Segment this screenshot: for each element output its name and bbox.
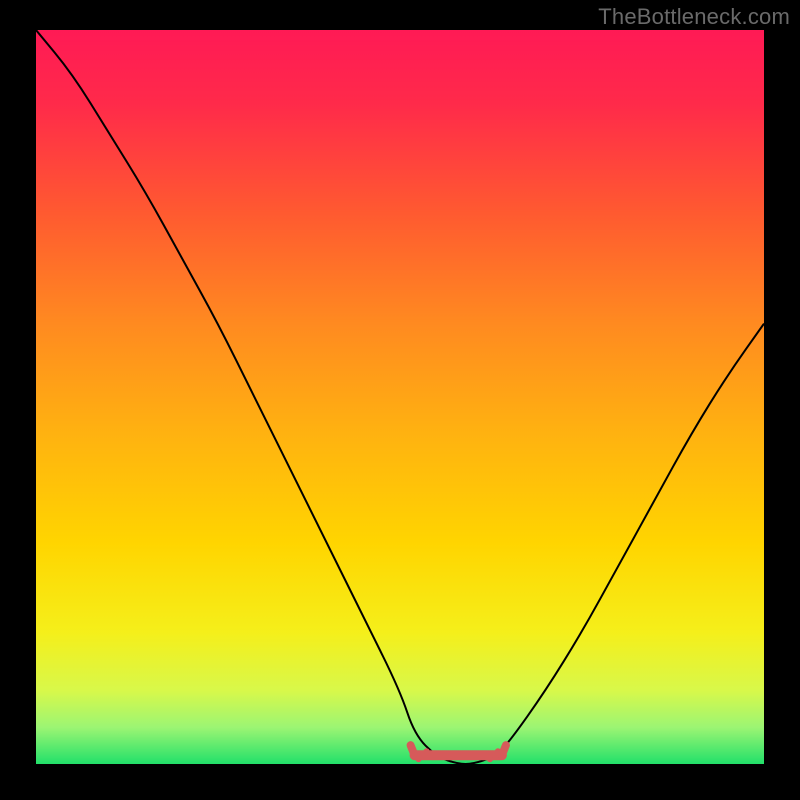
chart-svg [36,30,764,764]
bottleneck-chart [36,30,764,764]
chart-frame: TheBottleneck.com [0,0,800,800]
gradient-background [36,30,764,764]
watermark-text: TheBottleneck.com [598,4,790,30]
